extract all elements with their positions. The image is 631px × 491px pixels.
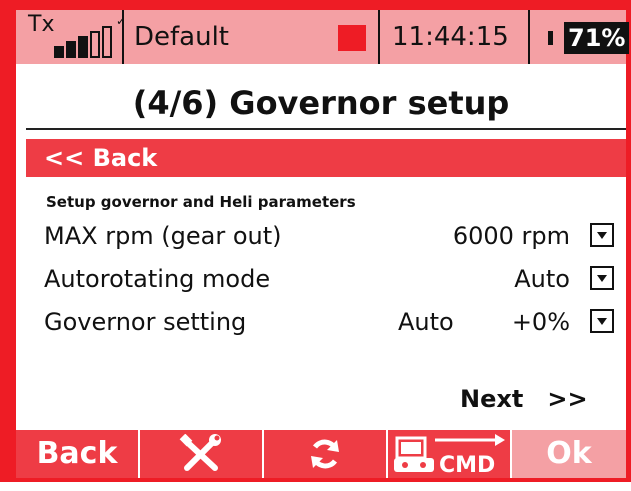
cmd-button[interactable]: CMD [388, 430, 510, 478]
next-label: Next [460, 385, 524, 413]
tx-label: Tx [28, 12, 55, 37]
setting-row-governor-setting[interactable]: Governor setting Auto +0% [44, 304, 614, 340]
refresh-icon [311, 439, 339, 469]
next-button[interactable]: Next >> [460, 385, 588, 413]
status-bar: Tx ✓ Default 11:44:15 71% [16, 10, 629, 64]
page-title: (4/6) Governor setup [132, 84, 510, 122]
battery-icon: 71% [548, 22, 629, 54]
tools-button[interactable] [140, 430, 262, 478]
section-subtitle: Setup governor and Heli parameters [46, 193, 356, 211]
dropdown-arrow-icon[interactable] [590, 223, 614, 247]
model-name: Default [134, 22, 229, 52]
setting-value[interactable]: +0% [512, 304, 570, 340]
dropdown-arrow-icon[interactable] [590, 309, 614, 333]
setting-row-autorotating-mode[interactable]: Autorotating mode Auto [44, 261, 614, 297]
clock-time: 11:44:15 [392, 22, 509, 52]
next-arrows: >> [547, 385, 588, 413]
dropdown-arrow-icon[interactable] [590, 266, 614, 290]
status-divider [528, 10, 530, 64]
title-divider [26, 128, 626, 130]
setting-row-max-rpm[interactable]: MAX rpm (gear out) 6000 rpm [44, 218, 614, 254]
setting-value[interactable]: Auto [514, 261, 570, 297]
setting-label: MAX rpm (gear out) [44, 222, 282, 250]
wrench-screwdriver-icon [179, 433, 221, 471]
setting-value[interactable]: 6000 rpm [453, 218, 570, 254]
setting-mode-value[interactable]: Auto [398, 304, 454, 340]
back-link[interactable]: << Back [26, 139, 626, 177]
signal-strength-icon [54, 22, 124, 58]
battery-empty-portion [553, 22, 564, 54]
status-divider [378, 10, 380, 64]
bottom-bar: Back CMD Ok [16, 430, 626, 478]
back-button[interactable]: Back [16, 430, 138, 478]
status-divider [122, 10, 124, 64]
ok-button[interactable]: Ok [512, 430, 626, 478]
transmitter-cmd-icon: CMD [394, 434, 505, 478]
setting-label: Governor setting [44, 308, 247, 336]
setting-label: Autorotating mode [44, 265, 271, 293]
battery-percent: 71% [568, 24, 626, 52]
cmd-label: CMD [439, 453, 495, 476]
record-indicator-icon [338, 25, 366, 51]
refresh-button[interactable] [264, 430, 386, 478]
